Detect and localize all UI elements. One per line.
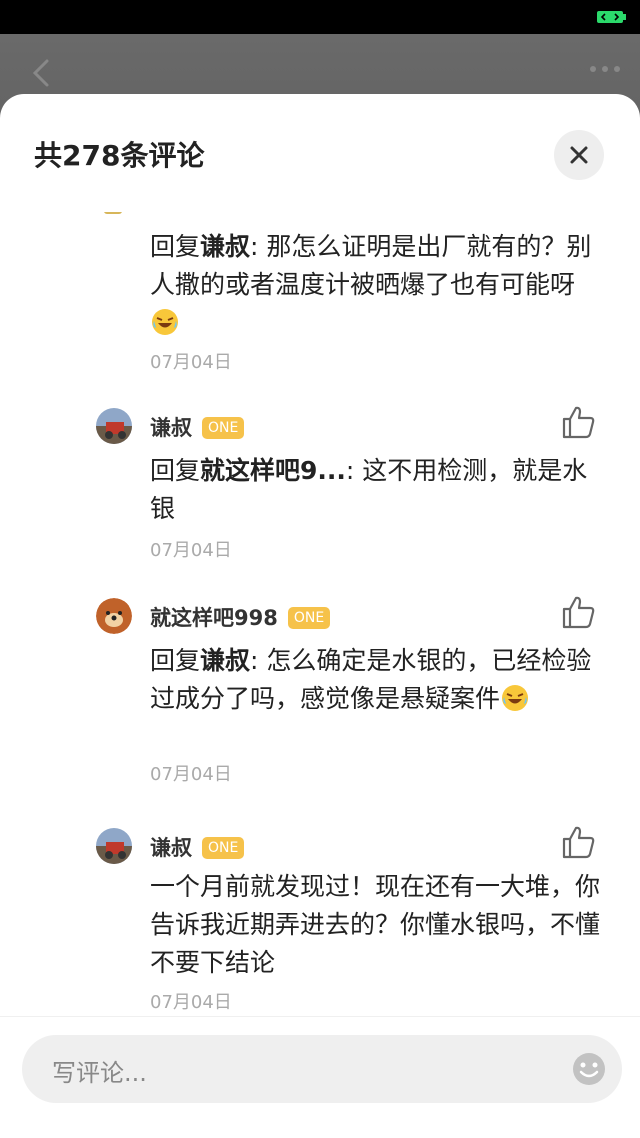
comment-date: 07月04日 [150, 540, 232, 561]
comment-text: 回复谦叔: 那怎么证明是出厂就有的？别人撒的或者温度计被晒爆了也有可能呀 [150, 228, 600, 342]
emoji-smile-icon[interactable] [572, 1052, 606, 1086]
username[interactable]: 谦叔 ONE [150, 412, 245, 442]
reply-target: 谦叔 [200, 646, 251, 675]
status-bar [0, 0, 640, 34]
comment-item: 谦叔 ONE 一个月前就发现过！现在还有一大堆，你告诉我近期弄进去的？你懂水银吗，… [0, 826, 640, 1012]
laughing-tears-emoji [152, 309, 178, 335]
comments-sheet: 共278条评论 回复谦叔: 那怎么证明是出厂就有的？别人撒的或者温度计被晒爆了也… [0, 94, 640, 1138]
laughing-tears-emoji [502, 685, 529, 711]
comment-date: 07月04日 [150, 352, 232, 373]
avatar[interactable] [96, 598, 132, 634]
avatar[interactable] [96, 828, 132, 864]
close-button[interactable] [554, 130, 604, 180]
comment-item: 谦叔 ONE 回复就这样吧9...: 这不用检测，就是水银 07月04日 [0, 402, 640, 572]
comment-text: 回复谦叔: 怎么确定是水银的，已经检验过成分了吗，感觉像是悬疑案件 [150, 646, 592, 713]
avatar[interactable] [96, 408, 132, 444]
back-arrow-icon[interactable] [30, 58, 52, 88]
comment-input[interactable]: 写评论... [22, 1035, 622, 1103]
comment-text: 一个月前就发现过！现在还有一大堆，你告诉我近期弄进去的？你懂水银吗，不懂不要下结… [150, 872, 601, 977]
username[interactable]: 就这样吧998 ONE [150, 602, 331, 632]
one-badge: ONE [202, 837, 245, 859]
comment-date: 07月04日 [150, 764, 232, 785]
avatar [104, 212, 122, 214]
battery-icon [597, 11, 626, 23]
comment-input-placeholder: 写评论... [52, 1059, 147, 1087]
close-icon [570, 146, 588, 164]
like-thumb-icon[interactable] [560, 594, 596, 630]
username[interactable]: 谦叔 ONE [150, 832, 245, 862]
comment-count-title: 共278条评论 [34, 139, 205, 172]
like-thumb-icon[interactable] [560, 824, 596, 860]
comment-item: 回复谦叔: 那怎么证明是出厂就有的？别人撒的或者温度计被晒爆了也有可能呀 07月… [0, 212, 640, 373]
more-dots-icon[interactable] [588, 62, 622, 76]
reply-target: 谦叔 [200, 232, 251, 261]
reply-target: 就这样吧9... [200, 456, 346, 485]
comment-date: 07月04日 [150, 992, 232, 1012]
comment-item: 就这样吧998 ONE 回复谦叔: 怎么确定是水银的，已经检验过成分了吗，感觉像是… [0, 596, 640, 798]
comment-footer: 写评论... [0, 1016, 640, 1138]
one-badge: ONE [202, 417, 245, 439]
comment-text: 回复就这样吧9...: 这不用检测，就是水银 [150, 456, 588, 523]
like-thumb-icon[interactable] [560, 404, 596, 440]
one-badge: ONE [287, 607, 331, 629]
comment-list[interactable]: 回复谦叔: 那怎么证明是出厂就有的？别人撒的或者温度计被晒爆了也有可能呀 07月… [0, 212, 640, 1012]
